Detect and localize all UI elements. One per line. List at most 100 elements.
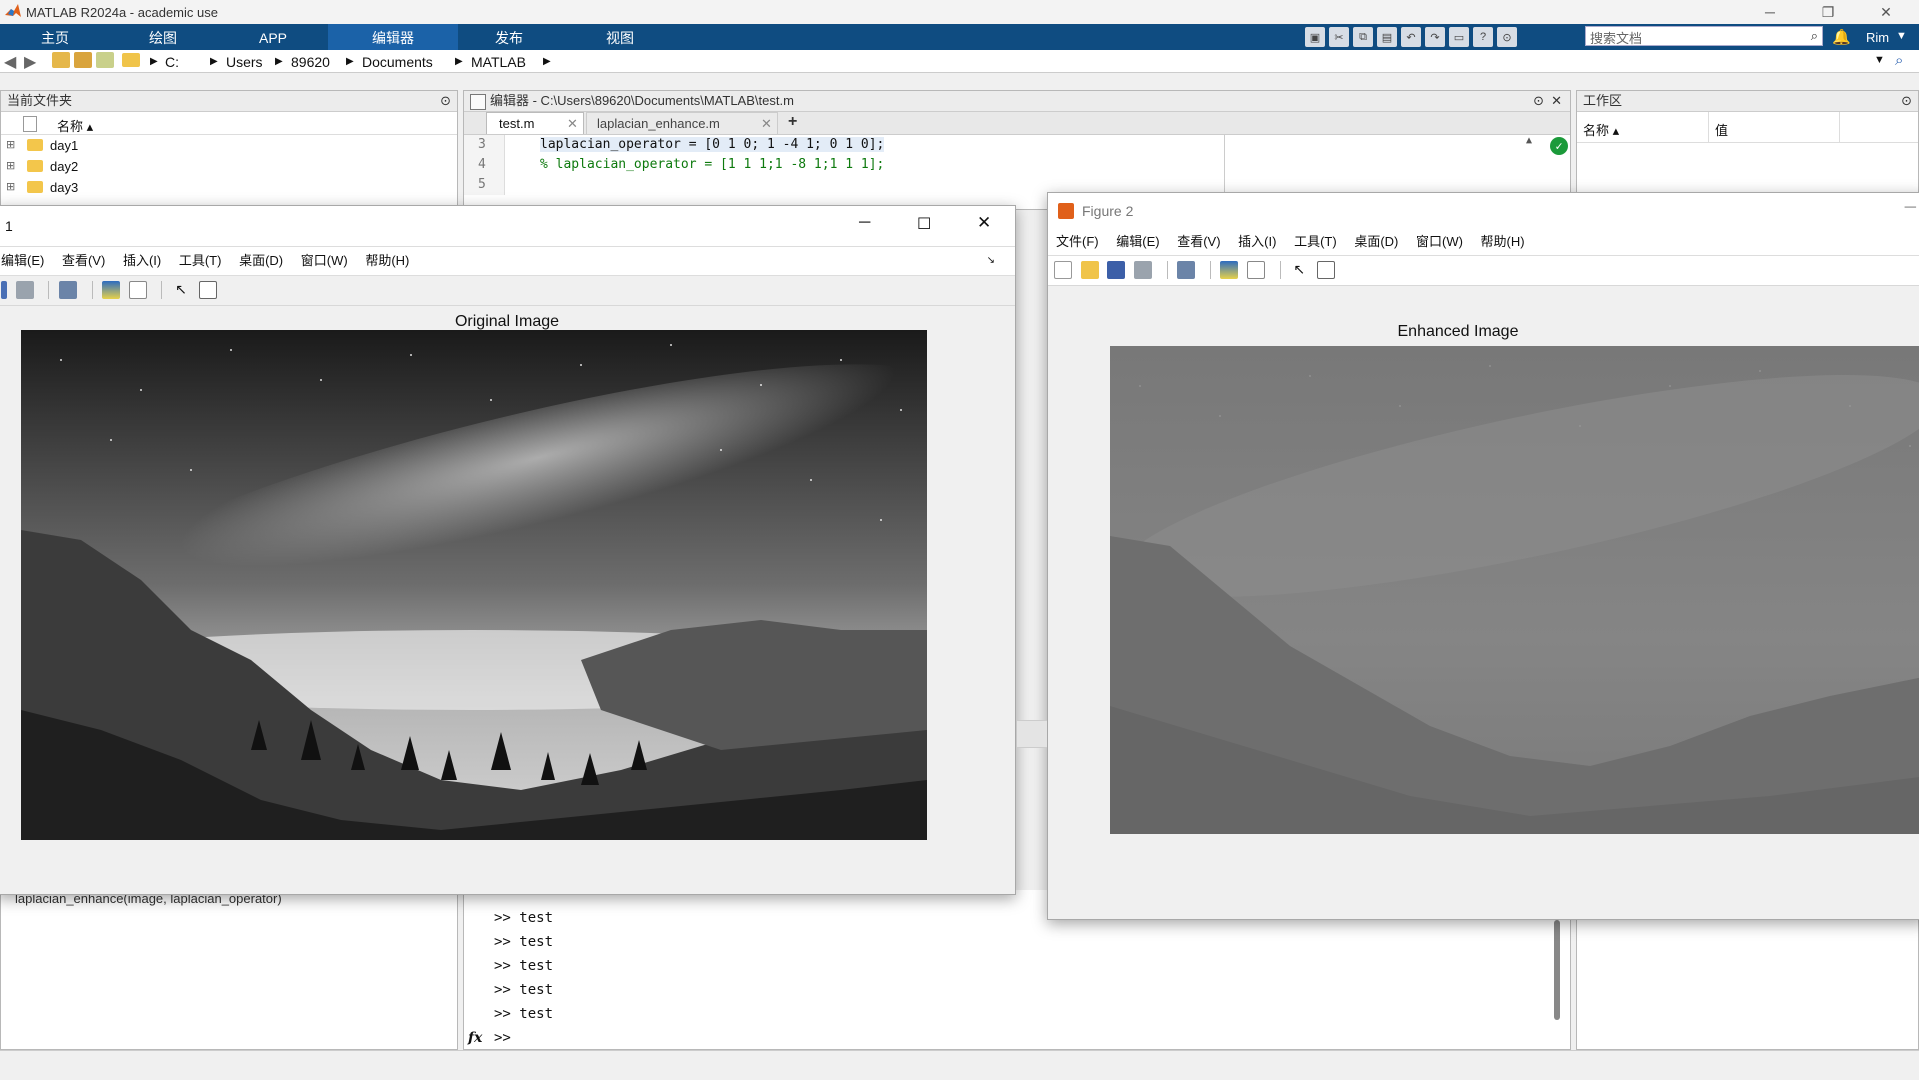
menu-tools[interactable]: 工具(T) bbox=[1294, 234, 1337, 249]
close-editor-icon[interactable]: ✕ bbox=[1551, 91, 1562, 111]
list-item[interactable]: ⊞ day2 bbox=[1, 156, 457, 177]
panel-splitter[interactable] bbox=[1017, 720, 1047, 748]
legend-icon[interactable] bbox=[128, 281, 147, 299]
column-name[interactable]: 名称 ▴ bbox=[1583, 120, 1619, 139]
close-button[interactable]: ✕ bbox=[1863, 2, 1909, 22]
menu-insert[interactable]: 插入(I) bbox=[1238, 234, 1276, 249]
copy-icon[interactable]: ⧉ bbox=[1353, 27, 1373, 47]
pointer-icon[interactable]: ↖ bbox=[172, 281, 190, 299]
breadcrumb-users[interactable]: Users bbox=[226, 54, 263, 70]
breadcrumb-89620[interactable]: 89620 bbox=[291, 54, 330, 70]
tab-test-m[interactable]: test.m ✕ bbox=[486, 112, 584, 134]
print-icon[interactable] bbox=[1133, 261, 1152, 279]
menu-help[interactable]: 帮助(H) bbox=[1481, 234, 1525, 249]
menu-edit[interactable]: 编辑(E) bbox=[1116, 234, 1159, 249]
tab-home[interactable]: 主页 bbox=[10, 24, 100, 50]
tab-plots[interactable]: 绘图 bbox=[118, 24, 208, 50]
expand-icon[interactable]: ⊞ bbox=[6, 138, 15, 151]
command-prompt-line[interactable]: >> fx bbox=[468, 1026, 1570, 1050]
minimize-button[interactable]: ─ bbox=[1905, 199, 1916, 217]
tab-view[interactable]: 视图 bbox=[572, 24, 668, 50]
code-area[interactable]: 3 4 5 laplacian_operator = [0 1 0; 1 -4 … bbox=[464, 135, 1570, 195]
colorbar-icon[interactable] bbox=[102, 281, 121, 299]
help-icon[interactable]: ? bbox=[1473, 27, 1493, 47]
tab-laplacian-enhance-m[interactable]: laplacian_enhance.m ✕ bbox=[586, 112, 778, 134]
save-icon[interactable] bbox=[1, 281, 7, 299]
colorbar-icon[interactable] bbox=[1220, 261, 1239, 279]
menu-tools[interactable]: 工具(T) bbox=[179, 253, 222, 268]
address-dropdown-icon[interactable]: ▼ bbox=[1874, 54, 1885, 66]
cut-icon[interactable]: ✂ bbox=[1329, 27, 1349, 47]
code-analyzer-ok-icon[interactable]: ✓ bbox=[1550, 137, 1568, 155]
link-plot-icon[interactable] bbox=[1177, 261, 1196, 279]
menu-window[interactable]: 窗口(W) bbox=[301, 253, 348, 268]
expand-icon[interactable]: ⊞ bbox=[6, 159, 15, 172]
search-path-icon[interactable]: ⌕ bbox=[1895, 52, 1903, 69]
legend-icon[interactable] bbox=[1247, 261, 1265, 279]
bell-icon[interactable]: 🔔 bbox=[1832, 28, 1851, 46]
expand-icon[interactable]: ⊞ bbox=[6, 180, 15, 193]
menu-insert[interactable]: 插入(I) bbox=[123, 253, 161, 268]
breadcrumb-matlab[interactable]: MATLAB bbox=[471, 54, 526, 70]
menu-help[interactable]: 帮助(H) bbox=[365, 253, 409, 268]
column-name[interactable]: 名称 ▴ bbox=[57, 116, 93, 135]
panel-options-icon[interactable]: ⊙ bbox=[440, 91, 451, 111]
maximize-button[interactable]: ☐ bbox=[917, 214, 931, 234]
add-tab-button[interactable]: + bbox=[788, 113, 797, 131]
paste-icon[interactable]: ▤ bbox=[1377, 27, 1397, 47]
menu-edit[interactable]: 编辑(E) bbox=[1, 253, 44, 268]
print-icon[interactable] bbox=[15, 281, 34, 299]
close-tab-icon[interactable]: ✕ bbox=[567, 116, 578, 132]
forward-arrow-icon[interactable]: ▶ bbox=[24, 52, 36, 72]
panel-options-icon[interactable]: ⊙ bbox=[1533, 91, 1544, 111]
chevron-down-icon[interactable]: ▼ bbox=[1896, 30, 1907, 42]
open-file-icon[interactable] bbox=[1080, 261, 1099, 279]
minimize-button[interactable]: ─ bbox=[859, 214, 870, 232]
column-value[interactable]: 值 bbox=[1715, 120, 1728, 139]
code-line[interactable]: laplacian_operator = [0 1 0; 1 -4 1; 0 1… bbox=[540, 137, 885, 152]
original-image[interactable] bbox=[21, 330, 927, 840]
close-button[interactable]: ✕ bbox=[977, 213, 991, 233]
code-comment-line[interactable]: % laplacian_operator = [1 1 1;1 -8 1;1 1… bbox=[540, 157, 884, 172]
link-plot-icon[interactable] bbox=[58, 281, 77, 299]
property-inspector-icon[interactable] bbox=[1316, 261, 1335, 279]
menu-view[interactable]: 查看(V) bbox=[62, 253, 105, 268]
panel-options-icon[interactable]: ⊙ bbox=[1901, 91, 1912, 111]
breadcrumb-drive[interactable]: C: bbox=[165, 54, 179, 70]
save-icon[interactable]: ▣ bbox=[1305, 27, 1325, 47]
back-arrow-icon[interactable]: ◀ bbox=[4, 52, 16, 72]
scroll-up-icon[interactable]: ▲ bbox=[1526, 135, 1532, 146]
redo-icon[interactable]: ↷ bbox=[1425, 27, 1445, 47]
search-icon[interactable]: ⌕ bbox=[1811, 28, 1818, 44]
search-documentation-input[interactable]: 搜索文档 ⌕ bbox=[1585, 26, 1823, 46]
menu-window[interactable]: 窗口(W) bbox=[1416, 234, 1463, 249]
tab-publish[interactable]: 发布 bbox=[462, 24, 556, 50]
undo-icon[interactable]: ↶ bbox=[1401, 27, 1421, 47]
tab-apps[interactable]: APP bbox=[228, 24, 318, 50]
search-folder-icon[interactable] bbox=[96, 52, 114, 68]
restore-button[interactable]: ❐ bbox=[1805, 2, 1851, 22]
menu-desktop[interactable]: 桌面(D) bbox=[239, 253, 283, 268]
function-browser-icon[interactable]: fx bbox=[468, 1026, 482, 1050]
switch-windows-icon[interactable]: ▭ bbox=[1449, 27, 1469, 47]
command-scrollbar[interactable] bbox=[1554, 920, 1560, 1020]
save-icon[interactable] bbox=[1107, 261, 1126, 279]
breadcrumb-documents[interactable]: Documents bbox=[362, 54, 433, 70]
enhanced-image[interactable] bbox=[1110, 346, 1919, 834]
minimize-button[interactable]: ─ bbox=[1747, 2, 1793, 22]
menu-file[interactable]: 文件(F) bbox=[1056, 234, 1099, 249]
property-inspector-icon[interactable] bbox=[198, 281, 217, 299]
up-folder-icon[interactable] bbox=[52, 52, 70, 68]
menu-desktop[interactable]: 桌面(D) bbox=[1354, 234, 1398, 249]
menu-view[interactable]: 查看(V) bbox=[1177, 234, 1220, 249]
user-account-button[interactable]: Rim bbox=[1866, 30, 1889, 45]
list-item[interactable]: ⊞ day3 bbox=[1, 177, 457, 198]
new-figure-icon[interactable] bbox=[1054, 261, 1072, 279]
menubar-expand-icon[interactable]: ↘ bbox=[987, 247, 995, 275]
tab-editor[interactable]: 编辑器 bbox=[328, 24, 458, 50]
close-tab-icon[interactable]: ✕ bbox=[761, 116, 772, 132]
browse-folder-icon[interactable] bbox=[74, 52, 92, 68]
list-item[interactable]: ⊞ day1 bbox=[1, 135, 457, 156]
options-icon[interactable]: ⊙ bbox=[1497, 27, 1517, 47]
pointer-icon[interactable]: ↖ bbox=[1290, 261, 1308, 279]
